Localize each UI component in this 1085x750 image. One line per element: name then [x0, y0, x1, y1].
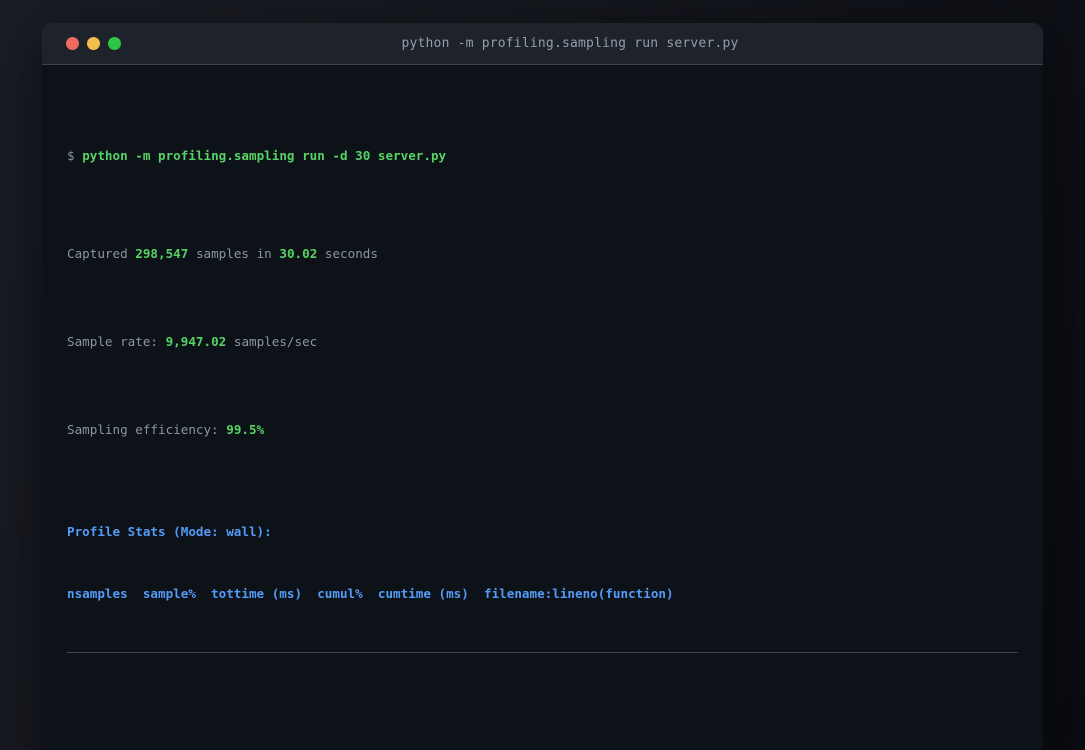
- efficiency-label: Sampling efficiency:: [67, 422, 219, 437]
- table-header-divider: [67, 652, 1018, 653]
- window-controls: [66, 37, 121, 50]
- terminal-output[interactable]: $ python -m profiling.sampling run -d 30…: [42, 65, 1043, 750]
- close-button[interactable]: [66, 37, 79, 50]
- command-text: python -m profiling.sampling run -d 30 s…: [82, 148, 447, 163]
- captured-mid-label: samples in: [195, 246, 272, 261]
- profile-stats-title: Profile Stats (Mode: wall):: [67, 524, 272, 539]
- titlebar[interactable]: python -m profiling.sampling run server.…: [42, 23, 1043, 65]
- efficiency-line: Sampling efficiency: 99.5%: [67, 420, 1018, 440]
- maximize-button[interactable]: [108, 37, 121, 50]
- rate-unit: samples/sec: [233, 334, 318, 349]
- captured-unit-label: seconds: [324, 246, 378, 261]
- minimize-button[interactable]: [87, 37, 100, 50]
- captured-samples-value: 298,547: [135, 246, 189, 261]
- captured-label: Captured: [67, 246, 128, 261]
- rate-value: 9,947.02: [165, 334, 227, 349]
- window-title: python -m profiling.sampling run server.…: [401, 36, 739, 51]
- desktop-background: python -m profiling.sampling run server.…: [0, 0, 1085, 750]
- terminal-window: python -m profiling.sampling run server.…: [42, 23, 1043, 750]
- shell-prompt: $: [67, 148, 75, 163]
- rate-label: Sample rate:: [67, 334, 158, 349]
- command-line: $ python -m profiling.sampling run -d 30…: [67, 146, 1018, 166]
- captured-seconds-value: 30.02: [279, 246, 318, 261]
- captured-line: Captured 298,547 samples in 30.02 second…: [67, 244, 1018, 264]
- efficiency-value: 99.5%: [226, 422, 265, 437]
- profile-table: 12847/892344.31284.70029.98923.400server…: [67, 727, 1018, 750]
- sample-rate-line: Sample rate: 9,947.02 samples/sec: [67, 332, 1018, 352]
- table-header: nsamples sample% tottime (ms) cumul% cum…: [67, 586, 674, 601]
